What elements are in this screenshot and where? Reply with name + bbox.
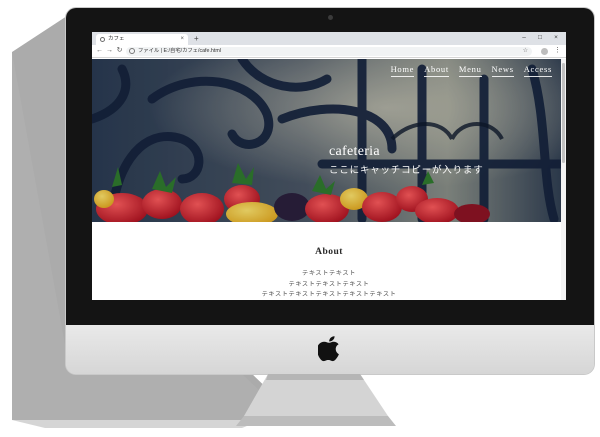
nav-link-about[interactable]: About bbox=[424, 64, 449, 77]
nav-link-home[interactable]: Home bbox=[390, 64, 415, 77]
profile-avatar-icon[interactable] bbox=[541, 48, 548, 55]
url-path: E:/自宅/カフェ/cafe.html bbox=[163, 48, 221, 54]
address-bar[interactable]: ファイル | E:/自宅/カフェ/cafe.html ☆ bbox=[126, 47, 532, 56]
browser-menu-icon[interactable]: ⋮ bbox=[554, 46, 561, 56]
nav-link-menu[interactable]: Menu bbox=[458, 64, 482, 77]
reload-icon[interactable]: ↻ bbox=[115, 46, 124, 56]
close-window-button[interactable]: × bbox=[550, 33, 562, 43]
url-scheme-label: ファイル bbox=[138, 48, 160, 54]
about-text-line: テキストテキストテキストテキストテキスト bbox=[261, 291, 397, 298]
screen: カフェ × + – □ × ← → ↻ ファイル | E:/自宅/カフェ/caf… bbox=[92, 32, 566, 300]
about-text-line: テキストテキスト bbox=[302, 270, 356, 277]
back-arrow-icon[interactable]: ← bbox=[95, 46, 104, 56]
tab-close-icon[interactable]: × bbox=[180, 35, 184, 44]
web-page: Home About Menu News Access cafeteria ここ… bbox=[92, 59, 566, 300]
new-tab-button[interactable]: + bbox=[194, 34, 199, 44]
apple-logo-icon bbox=[318, 336, 339, 362]
bookmark-star-icon[interactable]: ☆ bbox=[523, 47, 528, 56]
page-scrollbar[interactable] bbox=[561, 59, 566, 300]
scrollbar-thumb[interactable] bbox=[562, 63, 565, 163]
about-text-block: テキストテキスト テキストテキストテキスト テキストテキストテキストテキストテキ… bbox=[92, 269, 566, 300]
browser-toolbar: ← → ↻ ファイル | E:/自宅/カフェ/cafe.html ☆ ⋮ bbox=[92, 45, 566, 58]
about-text-line: テキストテキストテキスト bbox=[288, 280, 370, 288]
tab-title: カフェ bbox=[108, 36, 125, 42]
minimize-button[interactable]: – bbox=[518, 33, 530, 43]
hero-catchphrase: ここにキャッチコピーが入ります bbox=[329, 165, 484, 176]
site-navigation: Home About Menu News Access bbox=[390, 64, 552, 77]
hero-photo-fruit-and-iron-railing bbox=[92, 59, 566, 222]
nav-link-news[interactable]: News bbox=[491, 64, 514, 77]
monitor-chin bbox=[66, 325, 594, 374]
hero-section: Home About Menu News Access cafeteria ここ… bbox=[92, 59, 566, 222]
browser-tab-strip: カフェ × + – □ × bbox=[92, 32, 566, 45]
info-icon[interactable] bbox=[129, 48, 135, 54]
about-heading: About bbox=[315, 247, 343, 257]
forward-arrow-icon[interactable]: → bbox=[105, 46, 114, 56]
camera-dot bbox=[328, 15, 333, 20]
browser-tab[interactable]: カフェ × bbox=[96, 34, 188, 45]
nav-link-access[interactable]: Access bbox=[523, 64, 552, 77]
hero-title: cafeteria bbox=[329, 144, 380, 159]
globe-icon bbox=[100, 37, 105, 42]
maximize-button[interactable]: □ bbox=[534, 33, 546, 43]
url-text: ファイル | E:/自宅/カフェ/cafe.html bbox=[138, 48, 221, 54]
